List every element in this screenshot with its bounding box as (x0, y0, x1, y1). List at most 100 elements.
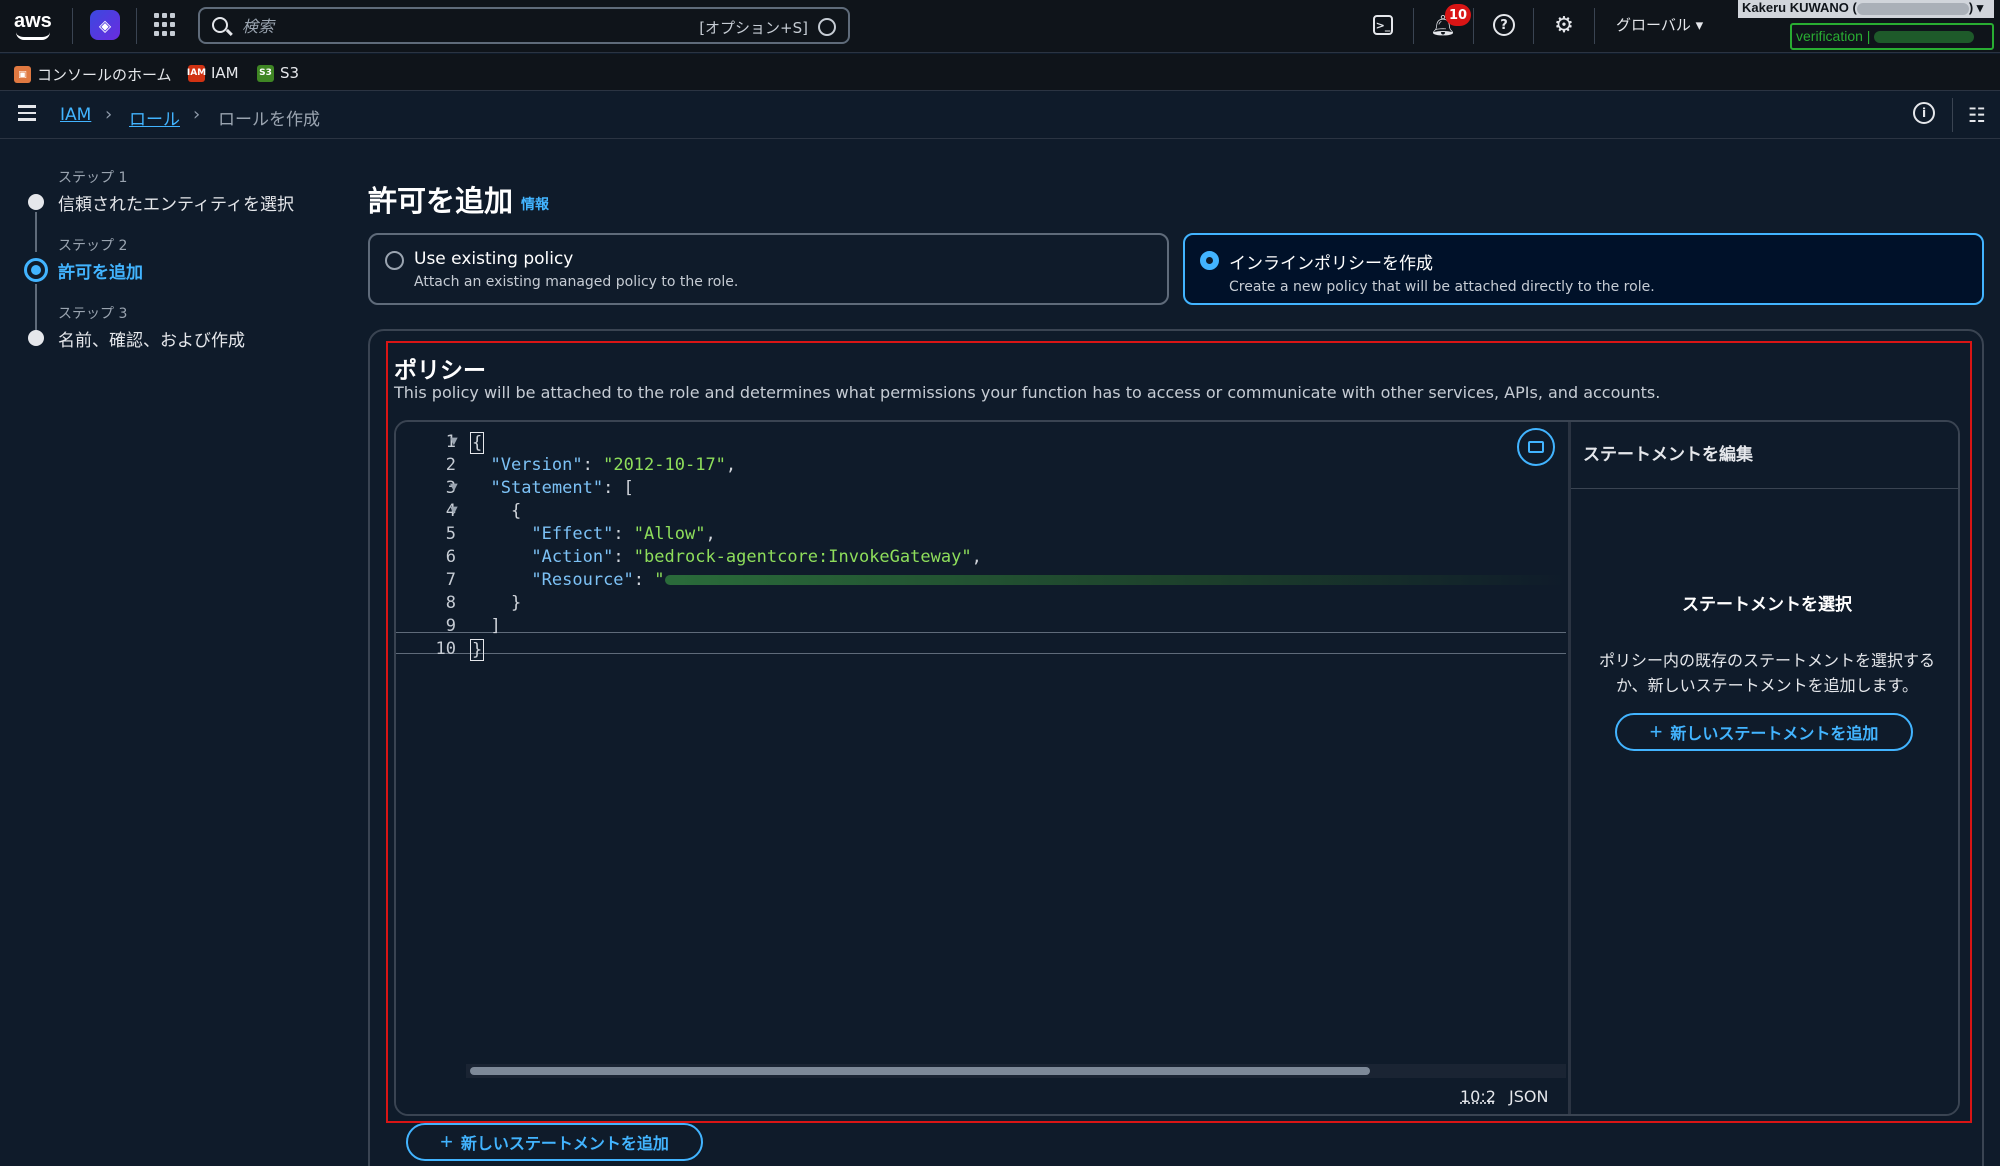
step-number: ステップ 1 (58, 170, 128, 186)
panel-header: ステートメントを編集 (1583, 445, 1753, 465)
button-label: 新しいステートメントを追加 (1670, 726, 1879, 743)
step-title[interactable]: 名前、確認、および作成 (58, 326, 245, 351)
terminal-icon: >_ (1373, 15, 1393, 35)
divider (1413, 8, 1414, 44)
step-indicator (28, 194, 44, 210)
step-title[interactable]: 許可を追加 (58, 258, 143, 283)
favorite-label: S3 (280, 64, 300, 82)
top-navigation: aws ◈ [オプション+S] >_ 🔔︎ 10 ? ⚙ グローバル ▾ Kak… (0, 0, 2000, 53)
code-line: { (470, 432, 485, 454)
step-indicator (28, 330, 44, 346)
redacted-resource-arn (664, 575, 1565, 585)
gear-icon[interactable]: ⚙ (1552, 13, 1576, 38)
console-home-icon: ▣ (14, 66, 31, 83)
step-connector (35, 284, 37, 332)
json-key: "Action" (531, 547, 614, 567)
info-link[interactable]: 情報 (521, 194, 549, 214)
divider (136, 8, 137, 44)
option-description: Attach an existing managed policy to the… (414, 274, 739, 290)
code-line: "Action": "bedrock-agentcore:InvokeGatew… (531, 547, 982, 567)
info-icon[interactable]: i (1913, 102, 1935, 124)
favorite-console-home[interactable]: ▣ コンソールのホーム (14, 64, 172, 85)
step-number: ステップ 2 (58, 238, 128, 254)
favorite-label: コンソールのホーム (37, 66, 172, 84)
option-use-existing-policy[interactable]: Use existing policy Attach an existing m… (368, 233, 1169, 305)
search-bar[interactable]: [オプション+S] (198, 7, 850, 44)
breadcrumb-bar: IAM › ロール › ロールを作成 i ☷ (0, 92, 2000, 139)
json-string: " (654, 570, 665, 590)
user-menu[interactable]: Kakeru KUWANO () ▾ (1738, 0, 1994, 18)
redacted-verification (1874, 31, 1975, 44)
plus-icon: + (440, 1129, 453, 1154)
search-shortcut-hint: [オプション+S] (699, 19, 808, 37)
scrollbar-thumb[interactable] (470, 1067, 1370, 1075)
line-number: 8 (445, 593, 456, 613)
code-line: "Effect": "Allow", (531, 524, 716, 544)
cloudshell-button[interactable]: >_ (1371, 13, 1395, 37)
fold-toggle-icon[interactable]: ▼ (450, 505, 458, 516)
preferences-icon[interactable]: ☷ (1968, 103, 1986, 127)
code-line: } (510, 593, 522, 613)
s3-icon: S3 (257, 64, 274, 82)
favorite-iam[interactable]: IAM IAM (187, 64, 239, 82)
menu-icon[interactable] (18, 105, 38, 121)
format-icon (1528, 441, 1544, 453)
active-line-highlight (396, 632, 1566, 654)
policy-editor: 1 2 3 4 5 6 7 8 9 10 ▼ ▼ ▼ { "Version": … (394, 420, 1960, 1116)
code-line: "Version": "2012-10-17", (490, 455, 737, 475)
breadcrumb-roles[interactable]: ロール (129, 105, 180, 130)
button-label: 新しいステートメントを追加 (460, 1136, 669, 1153)
step-connector (35, 212, 37, 252)
favorite-label: IAM (211, 64, 239, 82)
page-title: 許可を追加 (368, 184, 514, 218)
search-input[interactable] (242, 14, 642, 38)
step-title[interactable]: 信頼されたエンティティを選択 (58, 190, 294, 215)
verification-badge: verification | (1790, 23, 1994, 50)
code-line: } (470, 639, 485, 661)
panel-text: ポリシー内の既存のステートメントを選択するか、新しいステートメントを追加します。 (1598, 651, 1935, 695)
search-icon (212, 17, 228, 33)
json-string: "Allow" (633, 524, 706, 544)
radio-button-selected[interactable] (1200, 251, 1219, 270)
user-name: Kakeru KUWANO ( (1742, 0, 1857, 15)
divider (72, 8, 73, 44)
assistant-icon[interactable] (818, 18, 836, 36)
json-key: "Version" (490, 455, 583, 475)
option-description: Create a new policy that will be attache… (1229, 279, 1655, 295)
option-title: Use existing policy (414, 249, 574, 269)
region-selector[interactable]: グローバル ▾ (1616, 14, 1703, 35)
chevron-right-icon: › (105, 104, 113, 125)
services-grid-icon[interactable] (154, 13, 178, 37)
add-statement-button-panel[interactable]: + 新しいステートメントを追加 (1615, 713, 1913, 751)
code-line: "Resource": " (470, 570, 1565, 590)
help-icon: ? (1493, 14, 1515, 36)
json-key: "Resource" (531, 570, 634, 590)
policy-title: ポリシー (394, 358, 486, 384)
option-title: インラインポリシーを作成 (1229, 254, 1433, 274)
line-number: 4 (445, 501, 456, 521)
json-string: "bedrock-agentcore:InvokeGateway" (633, 547, 972, 567)
policy-description: This policy will be attached to the role… (394, 383, 1661, 402)
line-number: 1 (445, 432, 456, 452)
code-editor[interactable]: 1 2 3 4 5 6 7 8 9 10 ▼ ▼ ▼ { "Version": … (396, 422, 1566, 1114)
statement-editor-panel: ステートメントを編集 ステートメントを選択 ポリシー内の既存のステートメントを選… (1568, 422, 1958, 1114)
fold-toggle-icon[interactable]: ▼ (450, 482, 458, 493)
format-button[interactable] (1517, 428, 1555, 466)
notification-badge: 10 (1445, 4, 1472, 26)
line-number: 10 (435, 639, 456, 659)
radio-button[interactable] (385, 251, 404, 270)
line-number: 3 (445, 478, 456, 498)
breadcrumb-iam[interactable]: IAM (60, 105, 91, 125)
option-create-inline-policy[interactable]: インラインポリシーを作成 Create a new policy that wi… (1183, 233, 1984, 305)
line-number: 9 (445, 616, 456, 636)
help-button[interactable]: ? (1492, 13, 1516, 37)
code-line: { (510, 501, 522, 521)
app-icon[interactable]: ◈ (90, 10, 120, 40)
aws-logo[interactable]: aws (14, 10, 54, 42)
language-indicator: JSON (1509, 1087, 1549, 1106)
favorite-s3[interactable]: S3 S3 (257, 64, 299, 82)
fold-toggle-icon[interactable]: ▼ (450, 436, 458, 447)
add-statement-button[interactable]: + 新しいステートメントを追加 (406, 1123, 703, 1161)
step-number: ステップ 3 (58, 306, 128, 322)
cursor-position: 10:2 (1460, 1087, 1496, 1106)
